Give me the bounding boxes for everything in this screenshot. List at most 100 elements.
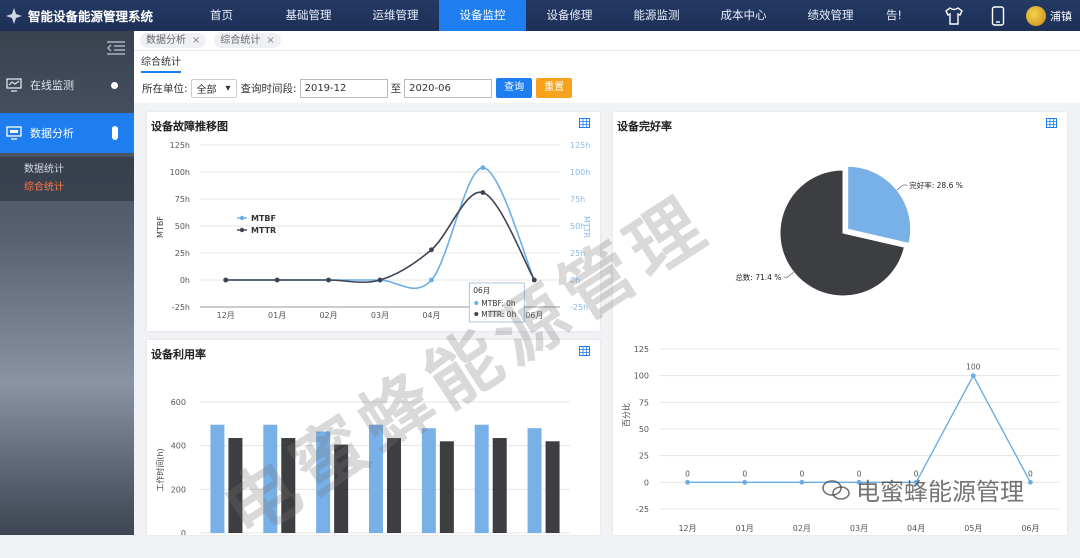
tooltip-mtbf: MTBF: 0h — [481, 299, 516, 308]
bar — [316, 431, 331, 533]
legend-marker — [239, 215, 245, 221]
y-tick-label: 600 — [171, 398, 186, 407]
availability-line-chart: 125 100 75 50 25 0 -25 百分比 12月 01月 02月 03月 04月 05月 06月… — [621, 345, 1059, 533]
y2-tick-label: 75h — [570, 195, 585, 204]
unit-select-value: 全部 — [196, 84, 217, 96]
bar — [474, 424, 489, 533]
bar — [387, 438, 401, 533]
data-point — [970, 373, 976, 379]
data-point — [326, 277, 331, 283]
y-tick-label: -25 — [636, 505, 649, 514]
y-tick-label: 25h — [175, 249, 190, 258]
y-tick-label: 400 — [171, 442, 186, 451]
y2-axis-label: MTTR — [582, 216, 591, 239]
y-tick-label: 100 — [634, 372, 649, 381]
tab-comprehensive-statistics[interactable]: 综合统计 × — [214, 33, 281, 48]
x-tick-label: 12月 — [678, 524, 696, 533]
data-label: 0 — [914, 469, 919, 478]
y-tick-label: 50h — [175, 222, 190, 231]
range-separator: 至 — [390, 82, 402, 95]
mobile-icon[interactable] — [976, 5, 1020, 26]
nav-operations[interactable]: 运维管理 — [352, 0, 439, 31]
nav-device-monitoring[interactable]: 设备监控 — [439, 0, 526, 31]
collapse-menu-icon[interactable] — [0, 31, 134, 65]
y-axis-label: 百分比 — [621, 403, 631, 427]
expand-dot-icon — [111, 81, 118, 89]
start-date-input[interactable]: 2019-12 — [299, 78, 388, 98]
sidebar-subitem-data-statistics[interactable]: 数据统计 — [24, 161, 134, 179]
tooltip-mttr: MTTR: 0h — [481, 310, 516, 319]
y-tick-label: 0h — [180, 276, 190, 285]
data-point — [742, 479, 748, 485]
logo-icon — [4, 6, 24, 26]
main-content: 数据分析 × 综合统计 × 综合统计 所在单位: 全部 ▾ 查询时间段: 201… — [134, 31, 1080, 535]
x-tick-label: 01月 — [736, 524, 754, 533]
reset-button[interactable]: 重置 — [536, 78, 573, 98]
avatar — [1026, 5, 1046, 26]
bar — [263, 424, 278, 533]
tab-label: 综合统计 — [220, 35, 261, 46]
caret-down-icon: ▾ — [225, 82, 231, 94]
bar — [492, 438, 507, 533]
nav-energy-monitoring[interactable]: 能源监测 — [613, 0, 700, 31]
data-point — [856, 479, 862, 485]
x-tick-label: 03月 — [850, 524, 868, 533]
utilization-bar-chart: 600 400 200 0 工作时间(h) — [155, 398, 570, 535]
x-tick-label: 03月 — [371, 311, 389, 320]
x-tick-label: 01月 — [268, 311, 286, 320]
y-tick-label: 0 — [181, 529, 186, 535]
fault-trend-chart: 125h 125h100h 100h75h 75h50h 50h25h 25h0h 0h-2… — [156, 141, 591, 323]
data-point — [223, 277, 229, 283]
close-icon[interactable]: × — [192, 33, 200, 48]
data-point — [799, 479, 805, 485]
data-point — [377, 277, 383, 283]
y2-tick-label: 25h — [570, 249, 585, 258]
panel-subtitle[interactable]: 综合统计 — [141, 53, 181, 73]
y-tick-label: 200 — [171, 485, 186, 494]
nav-cost-center[interactable]: 成本中心 — [700, 0, 787, 31]
x-tick-label: 04月 — [422, 311, 440, 320]
bar — [334, 444, 349, 533]
x-tick-label: 12月 — [217, 311, 235, 320]
y2-tick-label: 0h — [570, 276, 580, 285]
y-tick-label: 75h — [175, 195, 190, 204]
user-menu[interactable]: 浦镇 — [1020, 5, 1080, 26]
nav-performance[interactable]: 绩效管理 — [787, 0, 874, 31]
sidebar-subitem-comprehensive-statistics[interactable]: 综合统计 — [24, 179, 134, 197]
sidebar-item-label: 数据分析 — [30, 127, 74, 140]
nav-device-repair[interactable]: 设备修理 — [526, 0, 613, 31]
legend-label: MTTR — [251, 226, 276, 235]
monitor-icon — [6, 126, 22, 140]
tab-data-analysis[interactable]: 数据分析 × — [140, 33, 207, 48]
unit-select[interactable]: 全部 ▾ — [190, 78, 237, 98]
bar — [545, 441, 560, 533]
nav-home[interactable]: 首页 — [178, 0, 265, 31]
data-label: 0 — [799, 469, 804, 478]
legend-label: MTBF — [251, 214, 276, 223]
x-tick-label: 04月 — [907, 524, 925, 533]
fault-trend-card: 设备故障推移图 125h 125h 100h 100h 75h 75h 50h 50h 25h 2… — [147, 112, 600, 331]
sidebar-item-data-analysis[interactable]: 数据分析 — [0, 113, 134, 153]
data-label: 0 — [1028, 469, 1033, 478]
close-icon[interactable]: × — [266, 33, 274, 48]
x-tick-label: 02月 — [319, 311, 337, 320]
app-title: 智能设备能源管理系统 — [28, 9, 154, 24]
sidebar-item-online-monitoring[interactable]: 在线监测 — [0, 65, 134, 105]
y-tick-label: 0 — [644, 478, 649, 487]
nav-alarm[interactable]: 告! — [874, 0, 914, 31]
nav-basic-management[interactable]: 基础管理 — [265, 0, 352, 31]
bar — [369, 424, 383, 533]
data-point — [480, 165, 486, 171]
y2-tick-label: 125h — [570, 141, 590, 150]
tshirt-icon[interactable] — [932, 6, 976, 25]
top-icons: 浦镇 — [932, 0, 1080, 31]
tooltip-marker — [474, 312, 479, 316]
y-axis-label: MTBF — [156, 216, 165, 238]
data-point — [1028, 479, 1033, 485]
legend-marker — [239, 227, 245, 233]
data-point — [429, 247, 434, 253]
end-date-input[interactable]: 2020-06 — [404, 78, 493, 98]
x-tick-label: 02月 — [793, 524, 811, 533]
query-button[interactable]: 查询 — [496, 78, 533, 98]
app-brand[interactable]: 智能设备能源管理系统 — [0, 6, 178, 26]
